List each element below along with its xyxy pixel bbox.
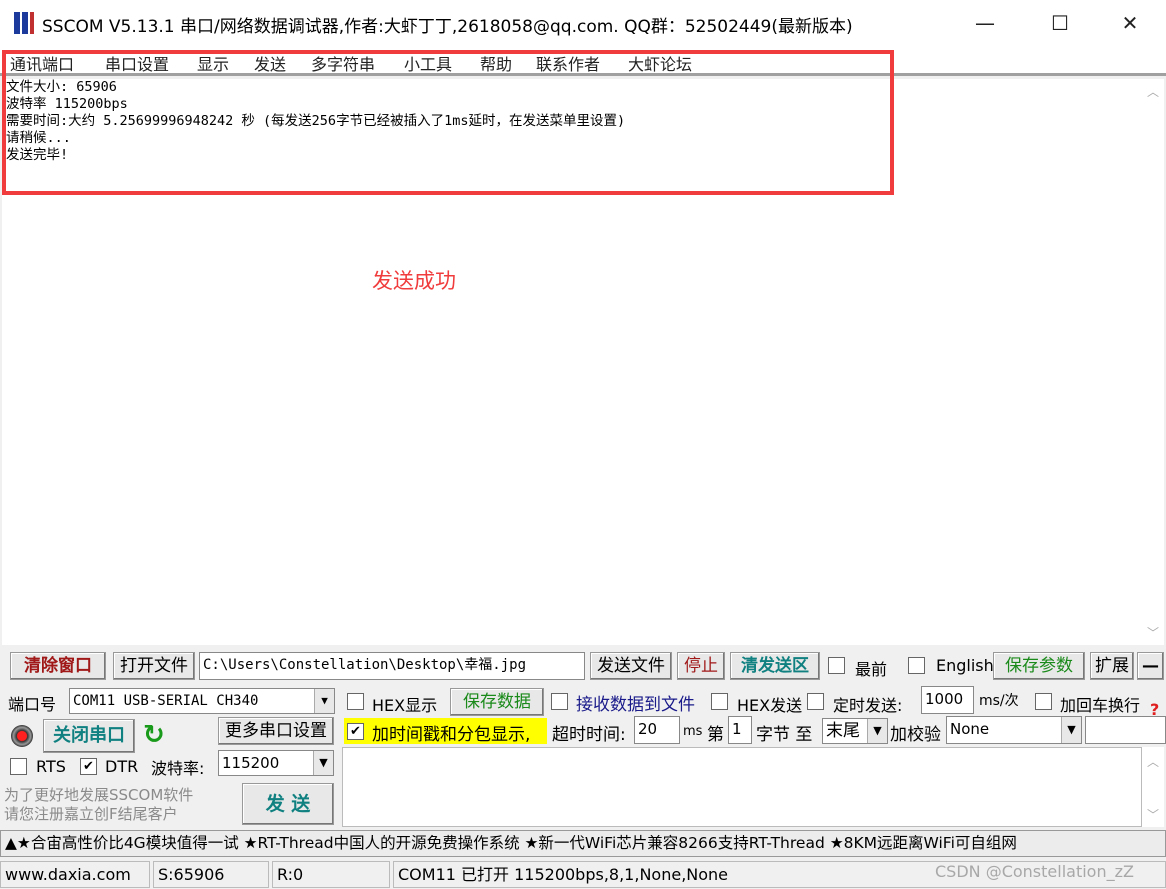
port-value: COM11 USB-SERIAL CH340 — [73, 693, 259, 709]
chevron-down-icon[interactable]: ▼ — [313, 751, 333, 775]
chevron-down-icon[interactable]: ▼ — [867, 719, 887, 743]
english-label: English — [936, 656, 994, 675]
collapse-button[interactable]: — — [1137, 652, 1164, 680]
timeout-unit: ms — [683, 724, 703, 739]
port-status-indicator-icon — [11, 725, 33, 747]
byte-to-select[interactable]: 末尾 ▼ — [822, 718, 888, 744]
timestamp-checkbox[interactable]: ✔ — [347, 723, 364, 740]
byte-suffix: 字节 至 — [756, 725, 813, 745]
port-select[interactable]: COM11 USB-SERIAL CH340 ▼ — [69, 688, 335, 714]
maximize-button[interactable]: ☐ — [1040, 8, 1080, 38]
status-sent: S:65906 — [153, 861, 269, 888]
byte-from-input[interactable]: 1 — [728, 716, 752, 744]
rts-checkbox[interactable] — [10, 758, 27, 775]
timeout-input[interactable]: 20 — [634, 716, 680, 744]
baud-value: 115200 — [222, 754, 280, 772]
hex-send-checkbox[interactable] — [711, 693, 728, 710]
byte-to-value: 末尾 — [826, 721, 860, 741]
topmost-checkbox[interactable] — [828, 657, 845, 674]
hex-display-label: HEX显示 — [372, 696, 438, 715]
recv-to-file-label: 接收数据到文件 — [576, 695, 695, 715]
timed-send-label: 定时发送: — [833, 696, 903, 715]
hex-send-label: HEX发送 — [737, 696, 803, 715]
save-data-button[interactable]: 保存数据 — [450, 688, 544, 716]
receive-scrollbar[interactable]: ︿ ﹀ — [1142, 79, 1164, 645]
app-logo-icon — [14, 12, 34, 34]
byte-prefix: 第 — [707, 725, 724, 745]
scroll-up-icon[interactable]: ︿ — [1142, 83, 1164, 100]
send-button[interactable]: 发 送 — [242, 783, 334, 825]
interval-unit: ms/次 — [979, 693, 1019, 709]
promo-line: 请您注册嘉立创F结尾客户 — [4, 805, 178, 823]
file-path-input[interactable]: C:\Users\Constellation\Desktop\幸福.jpg — [199, 652, 585, 680]
baud-label: 波特率: — [151, 759, 205, 778]
more-settings-button[interactable]: 更多串口设置 — [218, 717, 334, 745]
crlf-checkbox[interactable] — [1035, 693, 1052, 710]
promo-line: 为了更好地发展SSCOM软件 — [4, 786, 194, 804]
english-checkbox[interactable] — [908, 657, 925, 674]
scroll-up-icon[interactable]: ︿ — [1142, 753, 1164, 770]
checksum-label: 加校验 — [890, 725, 941, 745]
rts-label: RTS — [36, 757, 66, 776]
promo-text[interactable]: 为了更好地发展SSCOM软件 请您注册嘉立创F结尾客户 — [4, 786, 193, 824]
checksum-select[interactable]: None ▼ — [946, 716, 1082, 744]
open-file-button[interactable]: 打开文件 — [113, 652, 195, 680]
clear-window-button[interactable]: 清除窗口 — [10, 652, 106, 680]
crlf-label: 加回车换行 — [1060, 696, 1141, 715]
checksum-value: None — [950, 720, 990, 738]
highlight-box — [2, 50, 894, 195]
chevron-down-icon[interactable]: ▼ — [1061, 717, 1081, 743]
window-title: SSCOM V5.13.1 串口/网络数据调试器,作者:大虾丁丁,2618058… — [42, 17, 853, 37]
close-button[interactable]: ✕ — [1110, 8, 1150, 38]
refresh-icon[interactable]: ↻ — [143, 720, 165, 750]
watermark: CSDN @Constellation_zZ — [935, 862, 1134, 881]
stop-button[interactable]: 停止 — [677, 652, 725, 680]
minimize-button[interactable]: — — [965, 8, 1005, 38]
ticker-bar[interactable]: ▲★合宙高性价比4G模块值得一试 ★RT-Thread中国人的开源免费操作系统 … — [0, 830, 1166, 857]
clear-send-button[interactable]: 清发送区 — [730, 652, 820, 680]
save-params-button[interactable]: 保存参数 — [993, 652, 1085, 680]
send-scrollbar[interactable]: ︿ ﹀ — [1142, 747, 1164, 827]
timestamp-label: 加时间戳和分包显示, — [372, 725, 531, 745]
interval-input[interactable]: 1000 — [921, 686, 974, 714]
scroll-down-icon[interactable]: ﹀ — [1142, 806, 1164, 823]
chevron-down-icon[interactable]: ▼ — [314, 689, 334, 713]
recv-to-file-checkbox[interactable] — [551, 693, 568, 710]
send-text-area[interactable] — [342, 747, 1142, 827]
status-received: R:0 — [272, 861, 390, 888]
timed-send-checkbox[interactable] — [807, 693, 824, 710]
dtr-checkbox[interactable]: ✔ — [80, 758, 97, 775]
timeout-label: 超时时间: — [552, 725, 626, 745]
expand-button[interactable]: 扩展 — [1090, 652, 1134, 680]
close-port-button[interactable]: 关闭串口 — [43, 719, 135, 753]
topmost-label: 最前 — [855, 660, 888, 679]
dtr-label: DTR — [105, 757, 139, 776]
scroll-down-icon[interactable]: ﹀ — [1142, 624, 1164, 641]
send-file-button[interactable]: 发送文件 — [590, 652, 672, 680]
baud-select[interactable]: 115200 ▼ — [218, 750, 334, 776]
annotation-text: 发送成功 — [372, 269, 456, 293]
hex-display-checkbox[interactable] — [347, 693, 364, 710]
status-site[interactable]: www.daxia.com — [0, 861, 150, 888]
title-bar: SSCOM V5.13.1 串口/网络数据调试器,作者:大虾丁丁,2618058… — [0, 0, 1166, 46]
port-label: 端口号 — [8, 695, 57, 714]
checksum-output — [1085, 716, 1166, 744]
